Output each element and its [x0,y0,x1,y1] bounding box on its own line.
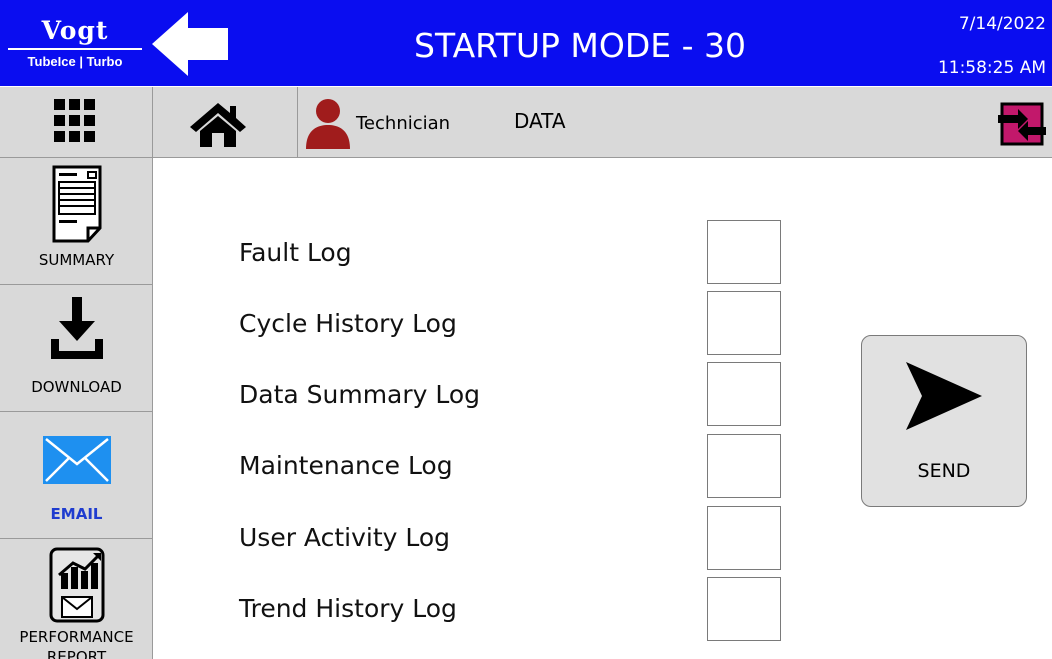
log-label-fault: Fault Log [239,238,352,267]
nav-toolbar: Technician DATA [0,86,1052,158]
menu-grid-button[interactable] [0,87,153,158]
email-data-panel: Fault Log Cycle History Log Data Summary… [154,159,1052,659]
email-icon [0,436,153,488]
page-title: STARTUP MODE - 30 [414,26,746,65]
checkbox-maintenance-log[interactable] [707,434,781,498]
log-label-cycle-history: Cycle History Log [239,309,457,338]
home-icon [190,103,246,147]
checkbox-cycle-history-log[interactable] [707,291,781,355]
logo-divider [8,48,142,50]
logo-brands: TubeIce | Turbo [27,54,123,69]
sidebar-item-email[interactable]: EMAIL [0,412,153,539]
grid-menu-icon [54,99,95,142]
back-arrow-icon [152,12,228,76]
sidebar-item-summary[interactable]: SUMMARY [0,158,153,285]
back-button[interactable] [150,10,230,78]
sidebar-item-label: PERFORMANCE REPORT [19,628,134,659]
time-display: 11:58:25 AM [937,58,1046,78]
download-icon [0,295,153,371]
log-label-user-activity: User Activity Log [239,523,451,552]
checkbox-fault-log[interactable] [707,220,781,284]
vogt-logo: Vogt TubeIce | Turbo [2,2,148,84]
header-bar: Vogt TubeIce | Turbo STARTUP MODE - 30 7… [0,0,1052,86]
log-label-maintenance: Maintenance Log [239,451,453,480]
sidebar-item-download[interactable]: DOWNLOAD [0,285,153,412]
sidebar-item-label: SUMMARY [38,251,115,269]
user-role-label: Technician [356,112,451,134]
sidebar: SUMMARY DOWNLOAD EMAIL PERFORMANCE REPOR… [0,158,153,659]
checkbox-user-activity-log[interactable] [707,506,781,570]
date-display: 7/14/2022 [958,14,1046,34]
log-label-trend-history: Trend History Log [239,594,457,623]
switch-view-button[interactable] [996,101,1048,147]
checkbox-data-summary-log[interactable] [707,362,781,426]
sidebar-item-label: DOWNLOAD [31,378,122,396]
send-label: SEND [917,460,971,482]
logo-name: Vogt [41,16,109,45]
user-icon [306,99,350,149]
performance-report-icon [0,547,153,627]
checkbox-trend-history-log[interactable] [707,577,781,641]
sidebar-item-label: EMAIL [50,505,103,523]
section-label: DATA [514,109,566,133]
summary-document-icon [0,164,153,248]
send-button[interactable]: SEND [861,335,1027,507]
toolbar-divider [297,87,298,158]
user-account-button[interactable]: Technician [304,97,450,149]
send-arrow-icon [906,362,982,430]
home-button[interactable] [188,101,248,147]
log-label-data-summary: Data Summary Log [239,380,481,409]
switch-arrows-icon [998,102,1046,146]
sidebar-item-performance-report[interactable]: PERFORMANCE REPORT [0,539,153,659]
